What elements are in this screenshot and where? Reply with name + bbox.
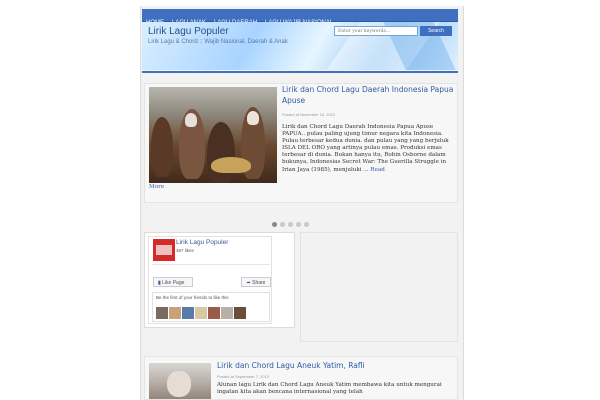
read-more-link[interactable]: Read	[370, 167, 384, 173]
featured-post-excerpt: Lirik dan Chord Lagu Daerah Indonesia Pa…	[282, 124, 454, 174]
friend-avatars	[156, 304, 247, 323]
main-nav: HOMELAGU ANAKLAGU DAERAHLAGU WAJIB NASIO…	[142, 9, 458, 26]
slider-dot-1[interactable]	[272, 222, 277, 227]
friend-avatar[interactable]	[195, 307, 207, 319]
facebook-page-name[interactable]: Lirik Lagu Populer	[176, 239, 228, 246]
search-input[interactable]: Enter your keywords...	[334, 26, 418, 36]
facebook-like-count: 367 likes	[176, 248, 194, 253]
share-label: Share	[252, 280, 266, 286]
site-tagline: Lirik Lagu & Chord :: Wajib Nasional, Da…	[148, 39, 288, 45]
photo-face	[185, 113, 197, 127]
search-button[interactable]: Search	[420, 26, 452, 36]
slider-dot-3[interactable]	[288, 222, 293, 227]
friend-avatar[interactable]	[182, 307, 194, 319]
sidebar-widget	[300, 232, 458, 342]
facebook-widget: Lirik Lagu Populer 367 likes ▮ Like Page…	[144, 232, 295, 328]
post-date: Posted at September 7, 2013	[217, 374, 270, 379]
slider-dot-5[interactable]	[304, 222, 309, 227]
friends-text: Be the first of your friends to like thi…	[156, 295, 229, 300]
share-icon: ➦	[246, 280, 251, 286]
read-more-link-continued[interactable]: More	[149, 184, 164, 190]
friend-avatar[interactable]	[208, 307, 220, 319]
post-thumbnail[interactable]	[149, 363, 211, 399]
friend-avatar[interactable]	[156, 307, 168, 319]
featured-post: Lirik dan Chord Lagu Daerah Indonesia Pa…	[144, 83, 458, 203]
slider-pagination	[272, 212, 312, 231]
featured-post-image[interactable]	[149, 87, 277, 183]
post-card: Lirik dan Chord Lagu Aneuk Yatim, Rafli …	[144, 356, 458, 400]
header-divider	[142, 71, 458, 73]
facebook-page-plugin: Lirik Lagu Populer 367 likes ▮ Like Page…	[148, 236, 272, 324]
photo-face	[167, 371, 191, 397]
site-header: Lirik Lagu Populer Lirik Lagu & Chord ::…	[142, 22, 458, 70]
share-button[interactable]: ➦ Share	[241, 277, 271, 287]
slider-dot-2[interactable]	[280, 222, 285, 227]
photo-figure	[151, 117, 173, 177]
friend-avatar[interactable]	[234, 307, 246, 319]
featured-post-title[interactable]: Lirik dan Chord Lagu Daerah Indonesia Pa…	[282, 84, 458, 106]
like-page-label: Like Page	[162, 280, 185, 286]
friend-avatar[interactable]	[169, 307, 181, 319]
photo-ornament	[211, 157, 251, 173]
featured-post-date: Posted at November 16, 2012	[282, 112, 336, 117]
post-title[interactable]: Lirik dan Chord Lagu Aneuk Yatim, Rafli	[217, 361, 365, 370]
slider-dot-4[interactable]	[296, 222, 301, 227]
site-title[interactable]: Lirik Lagu Populer	[148, 26, 229, 37]
divider	[152, 264, 270, 265]
friend-avatar[interactable]	[221, 307, 233, 319]
friends-section: Be the first of your friends to like thi…	[152, 292, 270, 322]
like-page-button[interactable]: ▮ Like Page	[153, 277, 193, 287]
photo-figure	[207, 122, 235, 183]
page-logo-icon[interactable]	[153, 239, 175, 261]
featured-post-excerpt-text: Lirik dan Chord Lagu Daerah Indonesia Pa…	[282, 124, 449, 173]
photo-face	[247, 111, 259, 125]
facebook-icon: ▮	[158, 280, 161, 286]
post-excerpt: Alunan lagu Lirik dan Chord Lagu Aneuk Y…	[217, 382, 442, 396]
